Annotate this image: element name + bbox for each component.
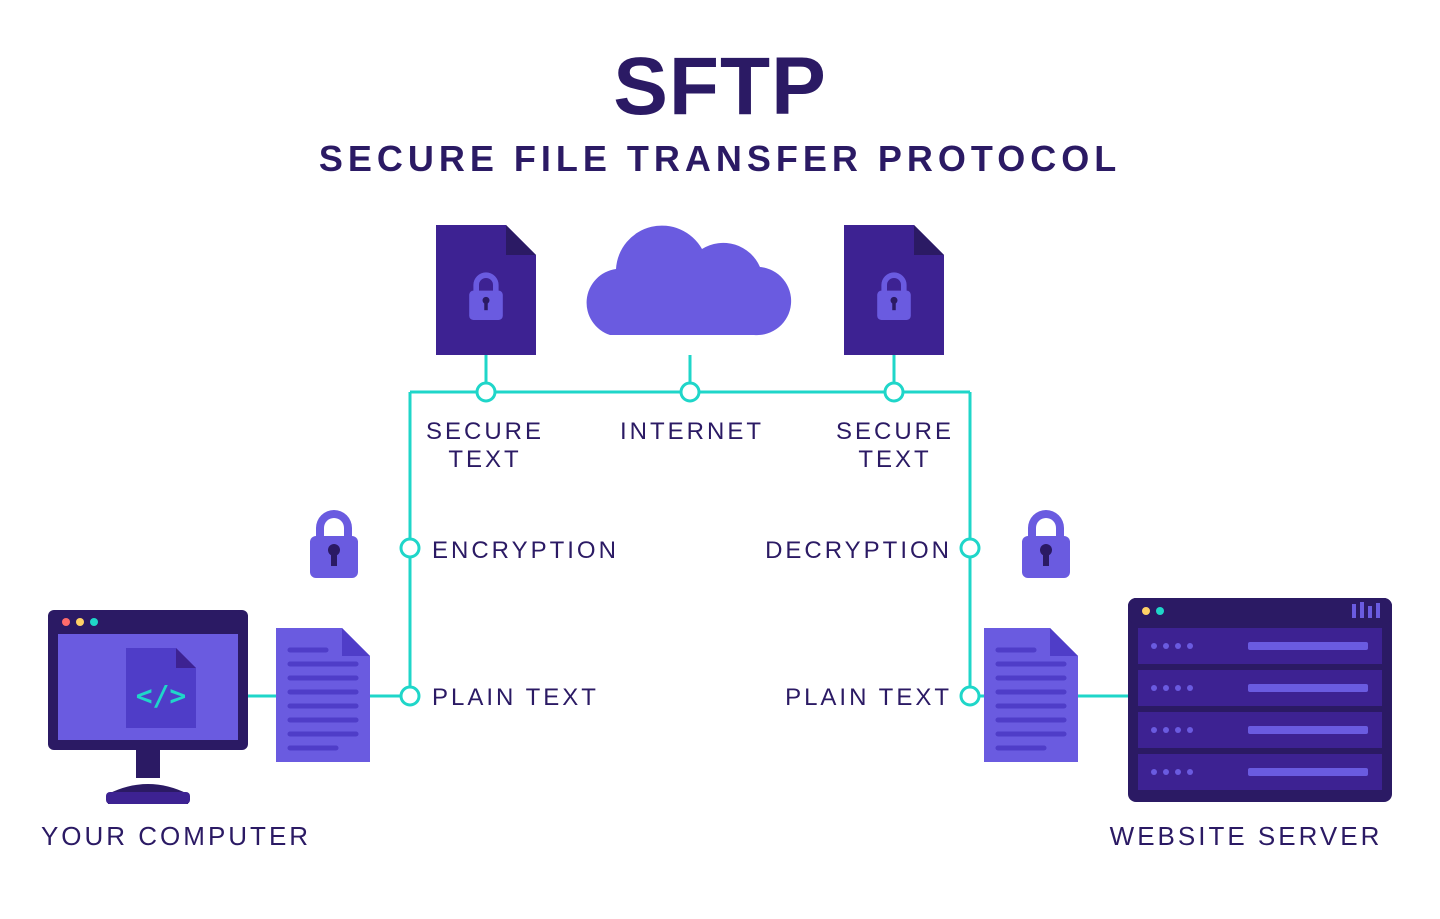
label-internet: INTERNET — [620, 418, 760, 446]
cloud-icon — [587, 226, 792, 336]
lock-encryption-icon — [310, 510, 358, 578]
label-decryption: DECRYPTION — [752, 537, 952, 565]
diagram-title: SFTP — [0, 40, 1440, 134]
label-secure-text-right: SECURE TEXT — [830, 418, 960, 473]
computer-icon: </> — [48, 610, 248, 804]
server-icon — [1128, 598, 1392, 802]
label-plain-text-left: PLAIN TEXT — [432, 684, 632, 712]
plain-doc-right-icon — [984, 628, 1078, 762]
label-plain-text-right: PLAIN TEXT — [752, 684, 952, 712]
secure-doc-right-icon — [844, 225, 944, 355]
label-secure-text-left: SECURE TEXT — [420, 418, 550, 473]
label-encryption: ENCRYPTION — [432, 537, 632, 565]
secure-doc-left-icon — [436, 225, 536, 355]
svg-text:</>: </> — [136, 679, 187, 712]
diagram-subtitle: SECURE FILE TRANSFER PROTOCOL — [0, 138, 1440, 180]
title-block: SFTP SECURE FILE TRANSFER PROTOCOL — [0, 0, 1440, 180]
plain-doc-left-icon — [276, 628, 370, 762]
label-your-computer: YOUR COMPUTER — [26, 822, 326, 852]
label-website-server: WEBSITE SERVER — [1066, 822, 1426, 852]
lock-decryption-icon — [1022, 510, 1070, 578]
